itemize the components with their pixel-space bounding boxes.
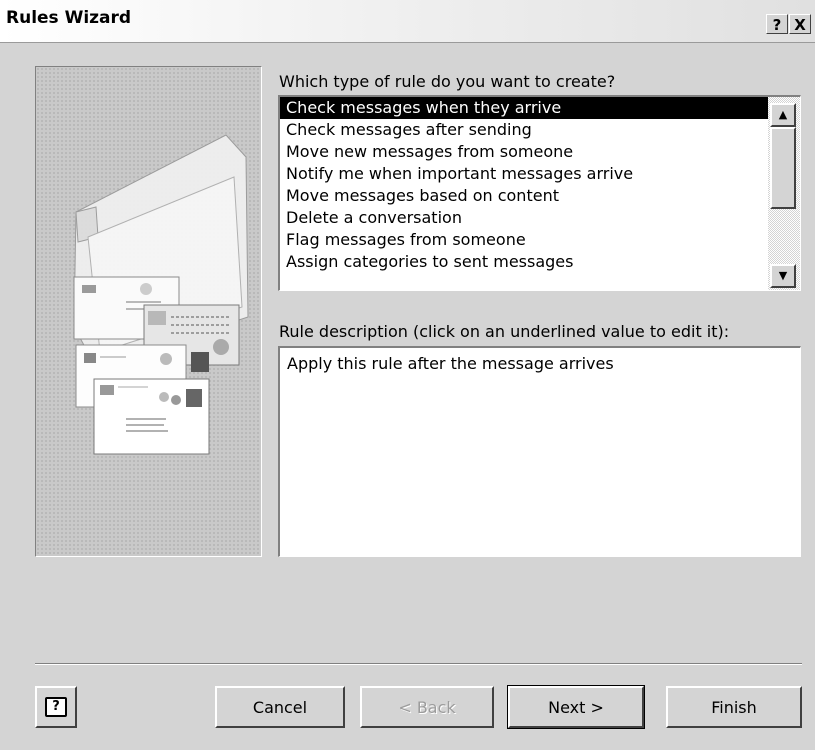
- rule-list-scrollbar[interactable]: ▲ ▼: [768, 97, 800, 290]
- rule-type-item[interactable]: Move new messages from someone: [280, 141, 768, 163]
- rule-type-item[interactable]: Check messages when they arrive: [280, 97, 768, 119]
- close-button[interactable]: X: [789, 14, 811, 34]
- rule-type-item[interactable]: Flag messages from someone: [280, 229, 768, 251]
- back-button-label: < Back: [398, 697, 456, 717]
- finish-button-label: Finish: [711, 697, 757, 717]
- rule-description-box[interactable]: Apply this rule after the message arrive…: [278, 346, 801, 557]
- rule-type-item[interactable]: Delete a conversation: [280, 207, 768, 229]
- finish-button[interactable]: Finish: [666, 686, 802, 728]
- help-button[interactable]: ?: [35, 686, 77, 728]
- title-help-button[interactable]: ?: [766, 14, 788, 34]
- rule-type-item[interactable]: Check messages after sending: [280, 119, 768, 141]
- rule-description-label: Rule description (click on an underlined…: [279, 322, 730, 341]
- rule-type-item[interactable]: Assign categories to sent messages: [280, 251, 768, 273]
- button-separator: [35, 663, 802, 665]
- window-title: Rules Wizard: [6, 8, 132, 28]
- back-button[interactable]: < Back: [360, 686, 494, 728]
- scroll-down-button[interactable]: ▼: [770, 264, 796, 288]
- scroll-up-button[interactable]: ▲: [770, 103, 796, 127]
- next-button-label: Next >: [548, 697, 604, 717]
- help-icon: ?: [45, 697, 67, 717]
- wizard-illustration: [35, 66, 262, 557]
- title-bar: Rules Wizard ? X: [0, 0, 815, 43]
- cancel-button[interactable]: Cancel: [215, 686, 345, 728]
- arrow-down-icon: ▼: [778, 269, 788, 282]
- scrollbar-thumb[interactable]: [770, 127, 796, 209]
- rule-type-item[interactable]: Notify me when important messages arrive: [280, 163, 768, 185]
- cancel-button-label: Cancel: [252, 697, 308, 717]
- envelopes-illustration-icon: [73, 134, 249, 455]
- rule-type-item[interactable]: Move messages based on content: [280, 185, 768, 207]
- rule-type-list: Check messages when they arrive Check mes…: [280, 97, 768, 290]
- rule-type-prompt: Which type of rule do you want to create…: [279, 72, 616, 91]
- rule-type-listbox[interactable]: Check messages when they arrive Check mes…: [278, 95, 801, 291]
- rule-description-text: Apply this rule after the message arrive…: [287, 354, 614, 373]
- next-button[interactable]: Next >: [507, 685, 645, 729]
- arrow-up-icon: ▲: [778, 108, 788, 121]
